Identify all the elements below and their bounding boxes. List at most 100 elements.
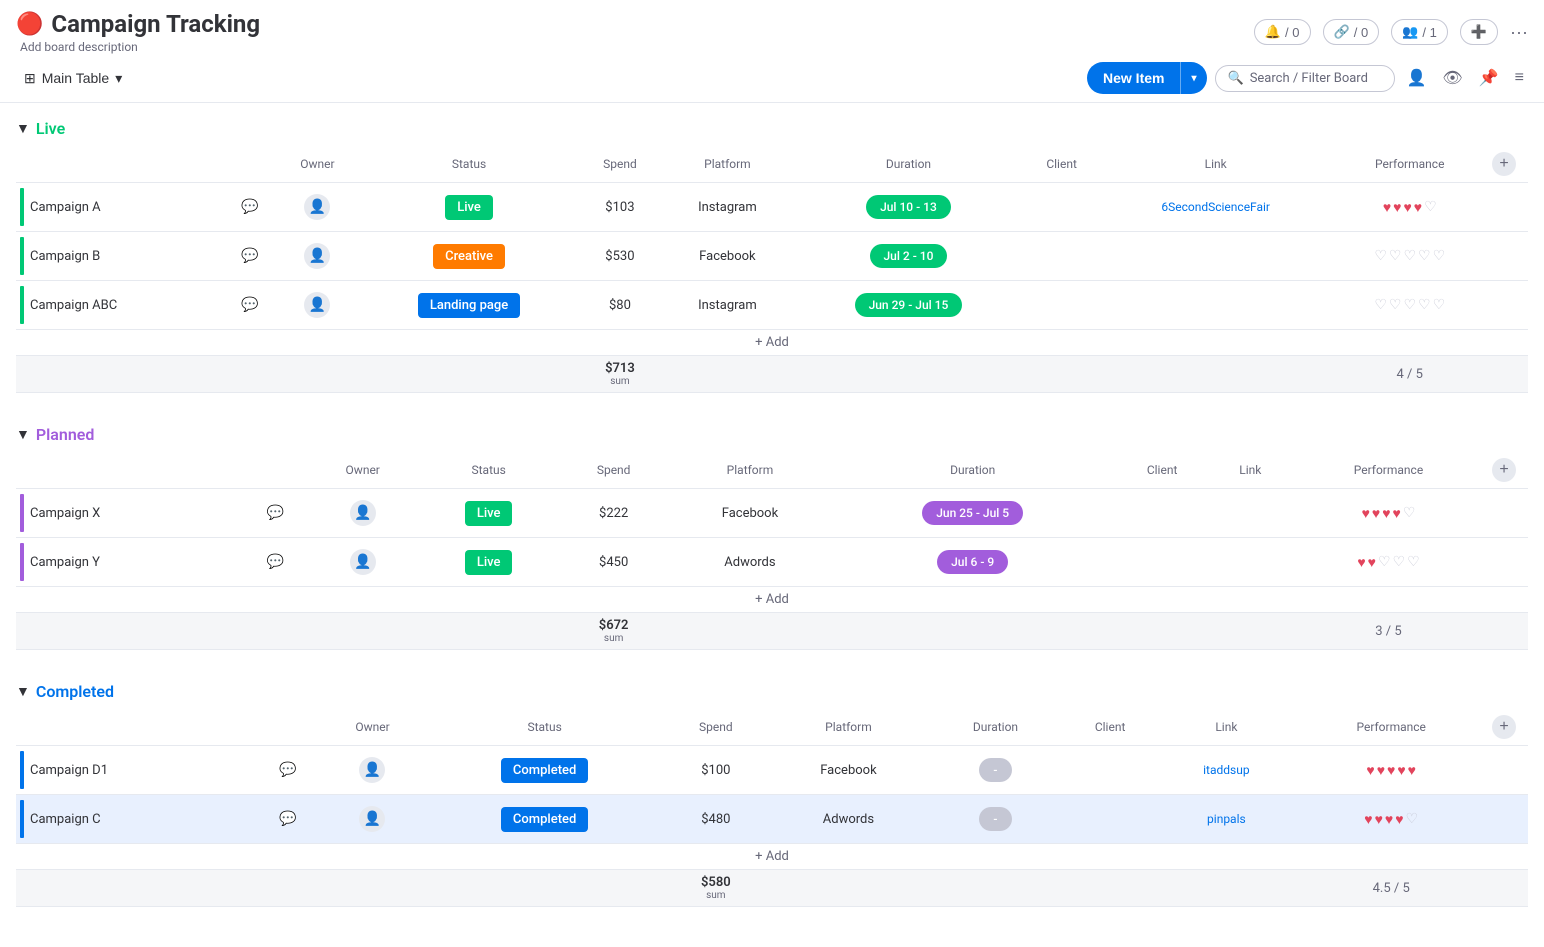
group-collapse-icon[interactable]: ▼ [16, 426, 30, 443]
avatar[interactable]: 👤 [304, 292, 330, 318]
platform-value: Facebook [820, 763, 876, 778]
toolbar-left: ⊞ Main Table ▾ [16, 66, 130, 91]
link-value[interactable]: 6SecondScienceFair [1161, 200, 1270, 214]
row-link-cell [1212, 489, 1289, 538]
full-heart-icon: ♥ [1397, 762, 1405, 779]
person-filter-button[interactable]: 👤 [1403, 64, 1431, 92]
eye-button[interactable]: 👁 [1438, 64, 1466, 92]
search-filter[interactable]: 🔍 Search / Filter Board [1215, 65, 1395, 92]
row-spend-cell: $80 [579, 281, 662, 330]
comment-icon[interactable]: 💬 [241, 248, 258, 264]
row-duration-cell: Jul 6 - 9 [833, 538, 1113, 587]
row-name-cell: Campaign ABC [16, 281, 225, 330]
avatar[interactable]: 👤 [350, 500, 376, 526]
row-status-cell: Creative [359, 232, 578, 281]
duration-badge[interactable]: Jul 6 - 9 [937, 550, 1008, 574]
col-header-duration: Duration [794, 146, 1024, 183]
notify-button[interactable]: 🔔 / 0 [1254, 19, 1311, 45]
status-badge[interactable]: Completed [501, 758, 588, 783]
empty-heart-icon: ♡ [1433, 248, 1446, 264]
duration-badge[interactable]: Jul 2 - 10 [870, 244, 948, 268]
group-collapse-icon[interactable]: ▼ [16, 683, 30, 700]
full-heart-icon: ♥ [1408, 762, 1416, 779]
status-badge[interactable]: Live [445, 195, 493, 220]
status-badge[interactable]: Creative [433, 244, 505, 269]
status-badge[interactable]: Live [465, 550, 513, 575]
add-column-button[interactable]: + [1492, 715, 1516, 739]
performance-hearts: ♡♡♡♡♡ [1335, 297, 1484, 313]
add-row-cell[interactable]: + Add [16, 844, 1528, 870]
campaign-name: Campaign A [30, 200, 101, 215]
comment-icon[interactable]: 💬 [279, 762, 296, 778]
comment-icon[interactable]: 💬 [279, 811, 296, 827]
more-options-button[interactable]: ··· [1510, 22, 1528, 43]
status-badge[interactable]: Live [465, 501, 513, 526]
duration-badge[interactable]: Jul 10 - 13 [866, 195, 951, 219]
status-badge[interactable]: Completed [501, 807, 588, 832]
avatar[interactable]: 👤 [350, 549, 376, 575]
avatar[interactable]: 👤 [304, 243, 330, 269]
duration-badge[interactable]: - [979, 807, 1011, 831]
group-title-live[interactable]: Live [36, 119, 65, 138]
spend-value: $103 [605, 200, 634, 215]
row-client-cell [1113, 489, 1212, 538]
group-collapse-icon[interactable]: ▼ [16, 120, 30, 137]
row-add-cell [1488, 281, 1528, 330]
comment-icon[interactable]: 💬 [241, 199, 258, 215]
new-item-button[interactable]: New Item ▾ [1087, 62, 1207, 94]
invite-button[interactable]: ➕ [1460, 19, 1498, 45]
comment-icon[interactable]: 💬 [241, 297, 258, 313]
add-column-button[interactable]: + [1492, 152, 1516, 176]
comment-icon[interactable]: 💬 [267, 505, 284, 521]
group-title-completed[interactable]: Completed [36, 682, 114, 701]
sum-name-cell [16, 613, 560, 650]
spend-value: $100 [701, 763, 730, 778]
group-title-planned[interactable]: Planned [36, 425, 95, 444]
col-header-chat [256, 709, 320, 746]
members-button[interactable]: 👥 / 1 [1391, 19, 1448, 45]
add-row-cell[interactable]: + Add [16, 587, 1528, 613]
duration-badge[interactable]: - [979, 758, 1011, 782]
row-platform-cell: Instagram [661, 281, 793, 330]
row-spend-cell: $100 [664, 746, 768, 795]
empty-heart-icon: ♡ [1403, 297, 1416, 313]
main-table-label: Main Table [42, 70, 109, 86]
spend-value: $450 [599, 555, 628, 570]
row-chat-cell: 💬 [225, 183, 276, 232]
invite-icon: ➕ [1471, 24, 1487, 40]
full-heart-icon: ♥ [1393, 505, 1401, 522]
add-column-button[interactable]: + [1492, 458, 1516, 482]
empty-heart-icon: ♡ [1407, 554, 1420, 570]
search-icon: 🔍 [1228, 71, 1244, 86]
row-duration-cell: Jul 10 - 13 [794, 183, 1024, 232]
group-header-live: ▼ Live [16, 115, 1528, 142]
main-table-button[interactable]: ⊞ Main Table ▾ [16, 66, 130, 91]
status-badge[interactable]: Landing page [418, 293, 520, 318]
col-header-name [16, 452, 243, 489]
row-owner-cell: 👤 [308, 538, 417, 587]
duration-badge[interactable]: Jun 29 - Jul 15 [855, 293, 963, 317]
link-value[interactable]: itaddsup [1203, 763, 1249, 777]
share-button[interactable]: 🔗 / 0 [1323, 19, 1380, 45]
row-color-bar [20, 543, 24, 581]
col-header-duration: Duration [833, 452, 1113, 489]
col-header-name [16, 146, 225, 183]
new-item-dropdown-arrow[interactable]: ▾ [1181, 65, 1206, 92]
performance-hearts: ♥♥♡♡♡ [1293, 554, 1484, 571]
row-name-cell: Campaign A [16, 183, 225, 232]
avatar[interactable]: 👤 [359, 806, 385, 832]
add-row-cell[interactable]: + Add [16, 330, 1528, 356]
board-description[interactable]: Add board description [20, 40, 260, 54]
empty-heart-icon: ♡ [1418, 248, 1431, 264]
comment-icon[interactable]: 💬 [267, 554, 284, 570]
pin-button[interactable]: 📌 [1475, 64, 1503, 92]
avatar[interactable]: 👤 [304, 194, 330, 220]
performance-hearts: ♥♥♥♥♡ [1298, 811, 1484, 828]
filter-button[interactable]: ≡ [1511, 65, 1528, 91]
row-spend-cell: $222 [560, 489, 667, 538]
link-value[interactable]: pinpals [1207, 812, 1246, 826]
table-wrapper-live: OwnerStatusSpendPlatformDurationClientLi… [16, 146, 1528, 393]
duration-badge[interactable]: Jun 25 - Jul 5 [922, 501, 1023, 525]
empty-heart-icon: ♡ [1374, 297, 1387, 313]
avatar[interactable]: 👤 [359, 757, 385, 783]
